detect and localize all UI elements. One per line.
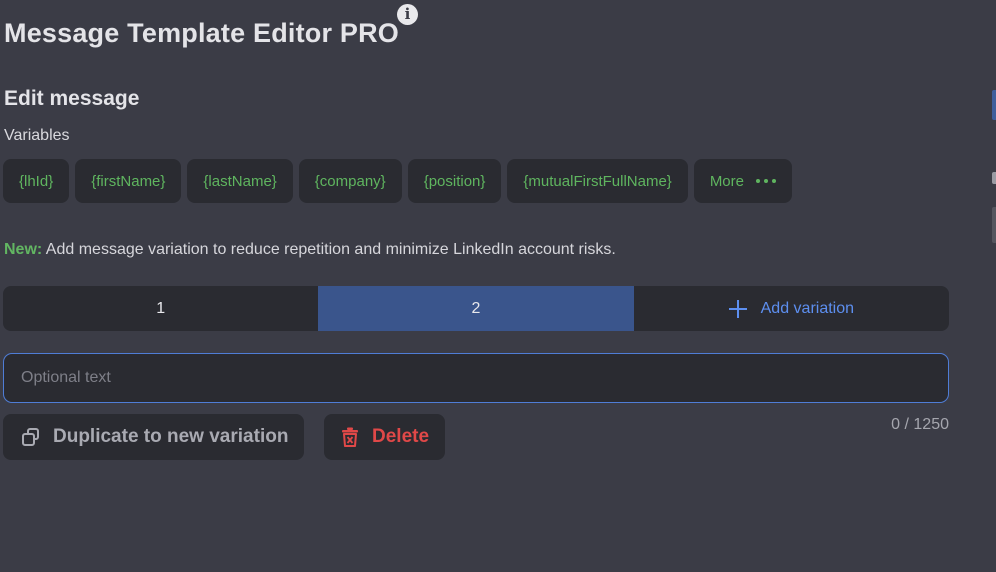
delete-variation-button[interactable]: Delete (324, 414, 446, 460)
variable-chip-position[interactable]: {position} (407, 159, 502, 203)
duplicate-icon (21, 427, 41, 447)
tab-variation-1[interactable]: 1 (3, 286, 318, 331)
delete-label: Delete (372, 426, 430, 447)
tab-variation-2[interactable]: 2 (318, 286, 634, 331)
section-title: Edit message (4, 87, 140, 110)
more-variables-button[interactable]: More (693, 159, 792, 203)
variable-chip-lhid[interactable]: {lhId} (3, 159, 70, 203)
character-counter: 0 / 1250 (891, 416, 949, 433)
add-variation-label: Add variation (760, 299, 855, 317)
edge-scroll-indicator (992, 207, 996, 243)
plus-icon (728, 299, 747, 318)
duplicate-label: Duplicate to new variation (53, 426, 289, 447)
variables-label: Variables (4, 127, 70, 144)
add-variation-button[interactable]: Add variation (634, 286, 949, 331)
page-title: Message Template Editor PRO (4, 18, 400, 48)
message-text-input[interactable] (3, 353, 949, 403)
variable-chips: {lhId} {firstName} {lastName} {company} … (3, 159, 792, 203)
variable-chip-mutualfirstfullname[interactable]: {mutualFirstFullName} (507, 159, 688, 203)
variable-chip-firstname[interactable]: {firstName} (75, 159, 182, 203)
variation-notice: New: Add message variation to reduce rep… (4, 241, 616, 259)
info-icon[interactable]: i (397, 4, 419, 25)
variable-chip-lastname[interactable]: {lastName} (187, 159, 293, 203)
edge-panel-indicator (992, 90, 996, 120)
edge-handle (992, 172, 996, 184)
new-badge: New: (4, 241, 43, 258)
trash-icon (342, 427, 358, 447)
duplicate-variation-button[interactable]: Duplicate to new variation (3, 414, 305, 460)
message-template-editor: Message Template Editor PRO i Edit messa… (0, 0, 996, 572)
notice-text: Add message variation to reduce repetiti… (42, 241, 616, 258)
variation-tabs: 1 2 Add variation (3, 286, 949, 331)
variable-chip-company[interactable]: {company} (298, 159, 402, 203)
more-dots-icon (756, 179, 776, 183)
page-header: Message Template Editor PRO i (4, 4, 419, 49)
more-variables-label: More (709, 172, 744, 190)
